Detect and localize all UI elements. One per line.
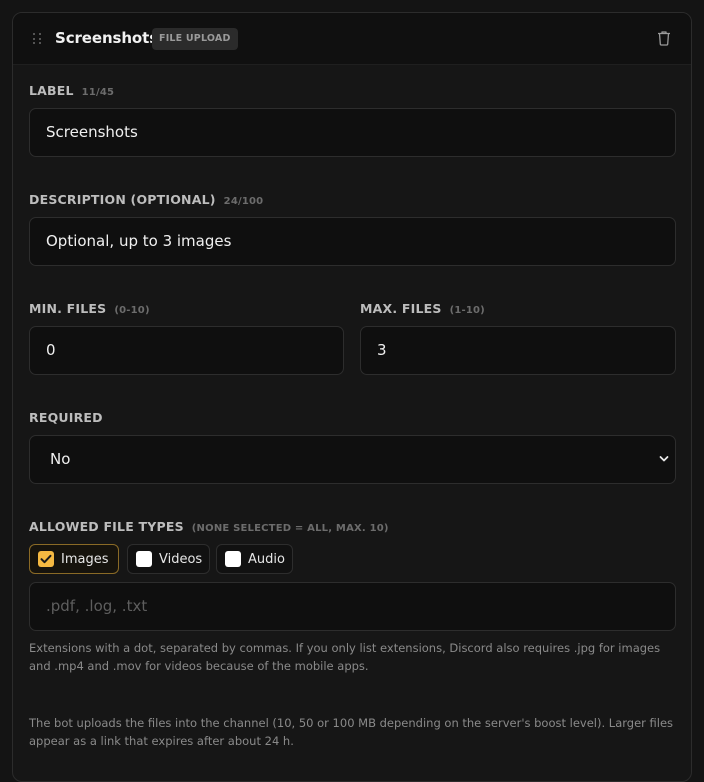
max-files-title: MAX. FILES bbox=[360, 301, 442, 316]
upload-info-note: The bot uploads the files into the chann… bbox=[29, 716, 674, 748]
card-header: Screenshots FILE UPLOAD bbox=[13, 13, 691, 65]
min-files-field-label: MIN. FILES (0-10) bbox=[29, 301, 150, 316]
description-char-counter: 24/100 bbox=[223, 196, 264, 207]
component-type-badge: FILE UPLOAD bbox=[152, 28, 238, 50]
label-field-label: LABEL 11/45 bbox=[29, 83, 114, 98]
checkbox-unchecked bbox=[225, 551, 241, 567]
required-field-title: REQUIRED bbox=[29, 410, 103, 425]
drag-handle-icon[interactable] bbox=[33, 33, 43, 45]
description-field-title: DESCRIPTION (OPTIONAL) bbox=[29, 192, 216, 207]
required-select-value: No bbox=[50, 450, 71, 468]
file-type-videos-label: Videos bbox=[159, 551, 203, 567]
extensions-help-text: Extensions with a dot, separated by comm… bbox=[29, 641, 661, 673]
label-input[interactable]: Screenshots bbox=[29, 108, 676, 157]
label-field-title: LABEL bbox=[29, 83, 74, 98]
max-files-input[interactable]: 3 bbox=[360, 326, 676, 375]
extensions-input[interactable]: .pdf, .log, .txt bbox=[29, 582, 676, 631]
max-files-field-label: MAX. FILES (1-10) bbox=[360, 301, 485, 316]
max-files-range: (1-10) bbox=[449, 305, 485, 316]
component-title: Screenshots bbox=[55, 29, 159, 47]
delete-button[interactable] bbox=[657, 30, 671, 46]
description-field-label: DESCRIPTION (OPTIONAL) 24/100 bbox=[29, 192, 263, 207]
file-types-title: ALLOWED FILE TYPES bbox=[29, 519, 184, 534]
component-card: Screenshots FILE UPLOAD LABEL 11/45 Scree… bbox=[12, 12, 692, 782]
required-field-label: REQUIRED bbox=[29, 410, 103, 425]
file-type-audio-label: Audio bbox=[248, 551, 285, 567]
min-files-title: MIN. FILES bbox=[29, 301, 107, 316]
required-select[interactable]: No bbox=[29, 435, 676, 484]
chevron-down-icon bbox=[659, 456, 669, 462]
check-icon bbox=[40, 554, 52, 564]
file-type-images-checkbox[interactable]: Images bbox=[29, 544, 119, 574]
min-files-input[interactable]: 0 bbox=[29, 326, 344, 375]
checkbox-checked bbox=[38, 551, 54, 567]
file-types-hint: (NONE SELECTED = ALL, MAX. 10) bbox=[191, 523, 389, 534]
checkbox-unchecked bbox=[136, 551, 152, 567]
file-type-images-label: Images bbox=[61, 551, 109, 567]
file-type-audio-checkbox[interactable]: Audio bbox=[216, 544, 293, 574]
label-char-counter: 11/45 bbox=[81, 87, 115, 98]
file-types-field-label: ALLOWED FILE TYPES (NONE SELECTED = ALL, … bbox=[29, 519, 389, 534]
file-type-videos-checkbox[interactable]: Videos bbox=[127, 544, 210, 574]
min-files-range: (0-10) bbox=[114, 305, 150, 316]
trash-icon bbox=[658, 31, 670, 46]
description-input[interactable]: Optional, up to 3 images bbox=[29, 217, 676, 266]
